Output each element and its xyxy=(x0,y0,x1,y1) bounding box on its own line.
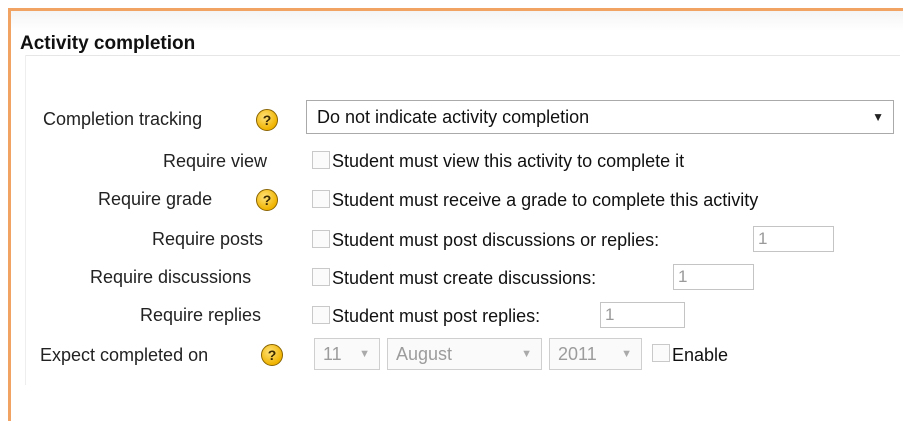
require-replies-input[interactable]: 1 xyxy=(600,302,685,328)
require-view-checkbox-label: Student must view this activity to compl… xyxy=(332,151,685,171)
require-discussions-checkbox[interactable] xyxy=(312,268,330,286)
chevron-down-icon: ▼ xyxy=(872,110,884,124)
require-grade-checkbox[interactable] xyxy=(312,190,330,208)
require-discussions-checkbox-label: Student must create discussions: xyxy=(332,268,597,288)
require-replies-checkbox-label: Student must post replies: xyxy=(332,306,541,326)
completion-month-select[interactable]: August ▼ xyxy=(387,338,542,370)
completion-year-select[interactable]: 2011 ▼ xyxy=(549,338,642,370)
question-icon[interactable]: ? xyxy=(256,109,278,131)
completion-day-select[interactable]: 11 ▼ xyxy=(314,338,380,370)
require-discussions-label: Require discussions xyxy=(90,267,252,287)
question-icon[interactable]: ? xyxy=(261,344,283,366)
require-replies-label: Require replies xyxy=(140,305,262,325)
enable-date-checkbox[interactable] xyxy=(652,344,670,362)
completion-tracking-label: Completion tracking xyxy=(43,109,203,129)
require-posts-label: Require posts xyxy=(152,229,264,249)
completion-tracking-select[interactable]: Do not indicate activity completion ▼ xyxy=(306,100,894,134)
require-posts-input[interactable]: 1 xyxy=(753,226,834,252)
require-posts-checkbox-label: Student must post discussions or replies… xyxy=(332,230,660,250)
section-border-left xyxy=(25,55,28,385)
chevron-down-icon: ▼ xyxy=(359,348,370,360)
chevron-down-icon: ▼ xyxy=(521,348,532,360)
expect-completed-label: Expect completed on xyxy=(40,345,209,365)
question-icon[interactable]: ? xyxy=(256,189,278,211)
require-posts-checkbox[interactable] xyxy=(312,230,330,248)
chevron-down-icon: ▼ xyxy=(621,348,632,360)
section-rule xyxy=(25,55,900,56)
panel-top-band xyxy=(11,11,903,31)
completion-year-value: 2011 xyxy=(558,344,597,364)
require-view-checkbox[interactable] xyxy=(312,151,330,169)
completion-month-value: August xyxy=(396,344,453,364)
require-view-label: Require view xyxy=(163,151,268,171)
completion-day-value: 11 xyxy=(323,344,342,364)
require-replies-checkbox[interactable] xyxy=(312,306,330,324)
require-grade-label: Require grade xyxy=(98,189,213,209)
completion-tracking-value: Do not indicate activity completion xyxy=(317,107,590,127)
enable-date-label: Enable xyxy=(672,345,729,365)
section-title: Activity completion xyxy=(20,33,196,54)
require-grade-checkbox-label: Student must receive a grade to complete… xyxy=(332,190,759,210)
require-discussions-input[interactable]: 1 xyxy=(673,264,754,290)
